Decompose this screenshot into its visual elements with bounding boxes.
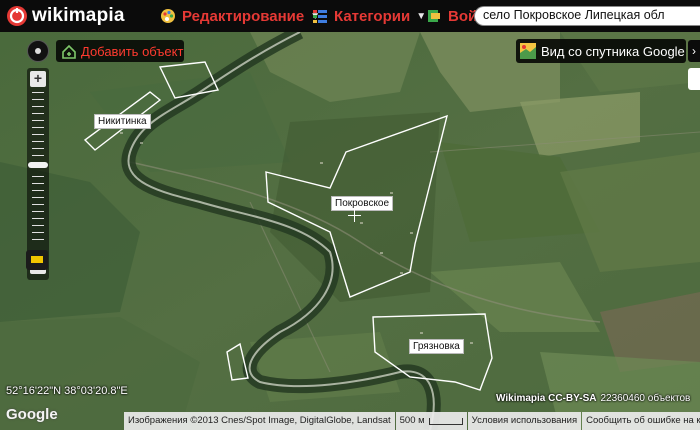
zoom-tick (32, 113, 44, 114)
logo-text: wikimapia (32, 5, 125, 26)
zoom-tick (32, 211, 44, 212)
license-info: Wikimapia CC-BY-SA 22360460 объектов (496, 393, 690, 404)
imagery-attribution: Изображения ©2013 Cnes/Spot Image, Digit… (124, 412, 395, 430)
zoom-tick (32, 134, 44, 135)
zoom-tick (32, 204, 44, 205)
zoom-tick (32, 106, 44, 107)
zoom-in-button[interactable]: + (30, 71, 46, 87)
object-count: 22360460 объектов (600, 393, 691, 404)
close-icon[interactable] (688, 68, 700, 90)
terms-link[interactable]: Условия использования (467, 412, 582, 430)
login-icon (428, 10, 440, 22)
zoom-tick (32, 218, 44, 219)
top-bar: wikimapia Редактирование ▼ Категории ▼ В… (0, 0, 700, 32)
categories-icon (313, 10, 327, 23)
chevron-down-icon: ▼ (416, 10, 427, 22)
place-label-nikitinka[interactable]: Никитинка (94, 114, 151, 129)
map-layers-icon (520, 43, 536, 59)
add-place-icon (62, 44, 76, 59)
zoom-tick (32, 183, 44, 184)
wikimapia-logo-icon (7, 6, 27, 26)
zoom-tick (32, 155, 44, 156)
cursor-coordinates: 52°16'22"N 38°03'20.8"E (6, 385, 128, 397)
map-center-crosshair (348, 209, 361, 222)
report-error-link[interactable]: Сообщить об ошибке на карт (582, 412, 700, 430)
palette-icon (161, 9, 175, 23)
add-object-button[interactable]: Добавить объект (56, 40, 184, 62)
zoom-tick (32, 127, 44, 128)
zoom-tick (32, 120, 44, 121)
zoom-tick (32, 148, 44, 149)
zoom-tick (32, 92, 44, 93)
search-input[interactable]: село Покровское Липецкая обл (474, 6, 700, 26)
zoom-tick (32, 225, 44, 226)
wikimapia-logo[interactable]: wikimapia (6, 4, 125, 28)
google-logo: Google (6, 406, 58, 423)
location-icon[interactable] (27, 40, 49, 62)
map-footer: Изображения ©2013 Cnes/Spot Image, Digit… (124, 412, 700, 430)
satellite-map[interactable]: Никитинка Покровское Грязновка (0, 32, 700, 430)
menu-edit-label: Редактирование (182, 7, 305, 25)
place-label-gryaznovka[interactable]: Грязновка (409, 339, 464, 354)
scale-label: 500 м (399, 415, 425, 426)
license-link[interactable]: Wikimapia CC-BY-SA (496, 393, 596, 404)
scale-bar-graphic (428, 417, 463, 425)
zoom-tick (32, 141, 44, 142)
menu-categories-label: Категории (334, 7, 411, 25)
satellite-imagery (0, 32, 700, 430)
zoom-slider-handle[interactable] (28, 162, 48, 168)
satellite-view-label: Вид со спутника Google (541, 43, 685, 59)
satellite-view-button[interactable]: Вид со спутника Google (516, 39, 686, 63)
zoom-tick (32, 99, 44, 100)
zoom-tick (32, 190, 44, 191)
zoom-tick (32, 232, 44, 233)
zoom-slider[interactable]: + − (27, 68, 49, 280)
menu-edit[interactable]: Редактирование ▼ (160, 0, 320, 32)
place-label-pokrovskoe[interactable]: Покровское (331, 196, 394, 211)
zoom-tick (32, 197, 44, 198)
menu-categories[interactable]: Категории ▼ (312, 0, 426, 32)
scale-bar: 500 м (395, 412, 467, 430)
ruler-icon[interactable] (26, 250, 48, 270)
add-object-label: Добавить объект (81, 43, 184, 59)
zoom-tick (32, 239, 44, 240)
zoom-tick (32, 176, 44, 177)
collapse-panel-button[interactable]: › (688, 40, 700, 62)
